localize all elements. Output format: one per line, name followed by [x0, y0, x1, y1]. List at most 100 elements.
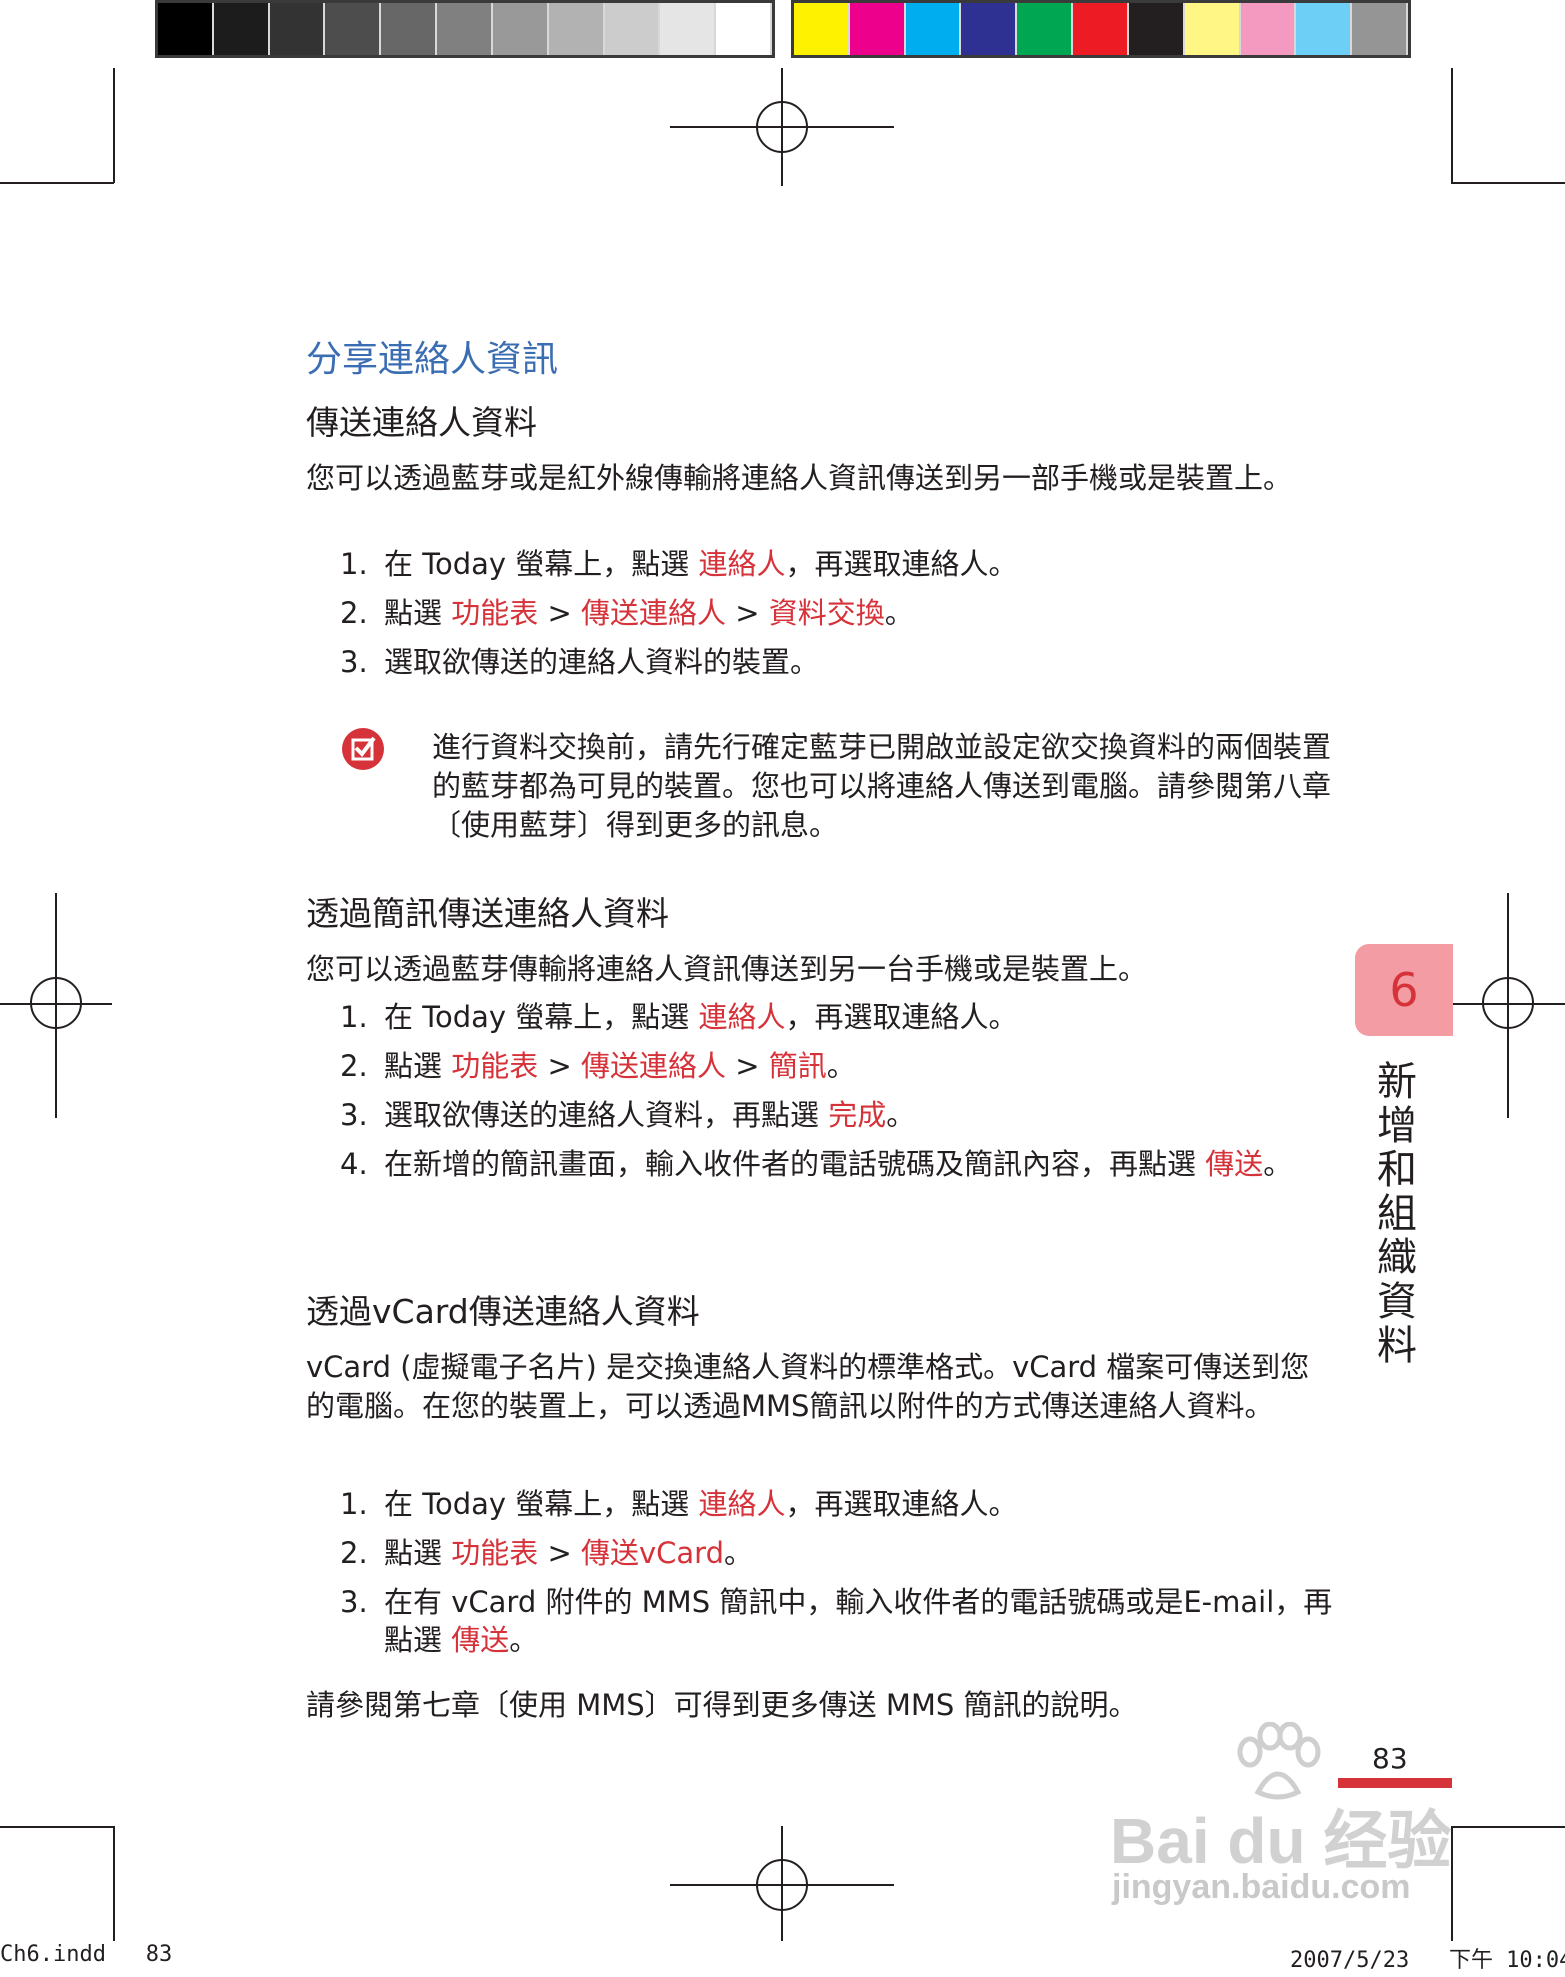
step-text: 點選 功能表 > 傳送連絡人 > 資料交換。 [384, 594, 914, 632]
menu-command: 功能表 [451, 596, 539, 630]
closing-paragraph: 請參閱第七章〔使用 MMS〕可得到更多傳送 MMS 簡訊的說明。 [306, 1688, 1138, 1722]
list-item: 1. 在 Today 螢幕上，點選 連絡人，再選取連絡人。 [340, 545, 1340, 583]
intro-paragraph-vcard: vCard (虛擬電子名片) 是交換連絡人資料的標準格式。vCard 檔案可傳送… [306, 1350, 1310, 1423]
gray-swatch [604, 3, 661, 55]
gray-swatch [716, 3, 772, 55]
step-text-part: 選取欲傳送的連絡人資料，再點選 [384, 1098, 829, 1132]
step-text-part: 點選 [384, 596, 452, 630]
color-swatch [905, 3, 962, 55]
paw-icon [1228, 1721, 1324, 1802]
menu-command: 連絡人 [698, 1000, 786, 1034]
color-swatch [1073, 3, 1129, 55]
menu-command: 功能表 [451, 1049, 539, 1083]
step-text: 在 Today 螢幕上，點選 連絡人，再選取連絡人。 [384, 1485, 1018, 1523]
step-text-part: ，再選取連絡人。 [785, 1000, 1018, 1034]
gray-swatch [381, 3, 438, 55]
color-swatch [1017, 3, 1074, 55]
step-text: 在新增的簡訊畫面，輸入收件者的電話號碼及簡訊內容，再點選 傳送。 [384, 1145, 1292, 1183]
subsection-heading-vcard: 透過vCard傳送連絡人資料 [306, 1292, 700, 1331]
gray-swatch [492, 3, 549, 55]
step-text-part: ，再選取連絡人。 [785, 547, 1018, 581]
crop-mark-br-h [1451, 1826, 1565, 1828]
steps-list-bluetooth: 1. 在 Today 螢幕上，點選 連絡人，再選取連絡人。 2. 點選 功能表 > 傳… [340, 545, 1340, 692]
step-text-part: 在新增的簡訊畫面，輸入收件者的電話號碼及簡訊內容，再點選 [384, 1147, 1206, 1181]
color-swatch [794, 3, 850, 55]
step-number: 2. [340, 1049, 368, 1083]
step-text-part: > [726, 1049, 769, 1083]
step-text-part: 選取欲傳送的連絡人資料的裝置。 [384, 645, 820, 679]
menu-command: 簡訊 [768, 1049, 827, 1083]
menu-command: 連絡人 [698, 1487, 786, 1521]
list-item: 3. 在有 vCard 附件的 MMS 簡訊中，輸入收件者的電話號碼或是E-mai… [340, 1583, 1340, 1659]
crop-mark-tr-h [1451, 182, 1565, 184]
color-swatch [1128, 3, 1185, 55]
footer-timestamp: 2007/5/23 下午 10:04: [1290, 1948, 1565, 1973]
step-text-part: > [538, 1049, 581, 1083]
step-number: 4. [340, 1147, 368, 1181]
gray-swatch [437, 3, 493, 55]
step-text-part: 。 [826, 1049, 856, 1083]
note-text: 進行資料交換前，請先行確定藍芽已開啟並設定欲交換資料的兩個裝置的藍芽都為可見的裝… [432, 730, 1332, 842]
list-item: 2. 點選 功能表 > 傳送vCard。 [340, 1534, 1340, 1572]
step-text-part: 。 [1263, 1147, 1293, 1181]
subsection-heading-sms: 透過簡訊傳送連絡人資料 [306, 894, 669, 933]
menu-command: 連絡人 [698, 547, 786, 581]
crop-mark-tl-h [0, 182, 114, 184]
color-swatch [1296, 3, 1353, 55]
page-number-rule [1338, 1778, 1452, 1788]
intro-paragraph-bluetooth: 您可以透過藍芽或是紅外線傳輸將連絡人資訊傳送到另一部手機或是裝置上。 [306, 461, 1293, 495]
gray-swatch [158, 3, 214, 55]
step-text: 選取欲傳送的連絡人資料，再點選 完成。 [384, 1096, 915, 1134]
step-text-part: > [538, 1536, 581, 1570]
step-text-part: ，再選取連絡人。 [785, 1487, 1018, 1521]
color-swatch [1184, 3, 1241, 55]
menu-command: 功能表 [451, 1536, 539, 1570]
crop-mark-tl-v [113, 68, 115, 183]
step-number: 2. [340, 1536, 368, 1570]
step-text-part: 在 Today 螢幕上，點選 [384, 1000, 699, 1034]
step-text-part: 。 [509, 1623, 539, 1657]
color-swatch [1240, 3, 1297, 55]
step-number: 2. [340, 596, 368, 630]
menu-command: 傳送連絡人 [580, 1049, 726, 1083]
step-text: 選取欲傳送的連絡人資料的裝置。 [384, 643, 819, 681]
color-swatch [849, 3, 906, 55]
chapter-title-vertical: 新增和組織資料 [1377, 1059, 1417, 1369]
menu-command: 傳送 [451, 1623, 510, 1657]
step-text: 在有 vCard 附件的 MMS 簡訊中，輸入收件者的電話號碼或是E-mail，… [384, 1583, 1340, 1659]
list-item: 1. 在 Today 螢幕上，點選 連絡人，再選取連絡人。 [340, 1485, 1340, 1523]
step-text: 在 Today 螢幕上，點選 連絡人，再選取連絡人。 [384, 998, 1018, 1036]
page-number: 83 [1372, 1742, 1408, 1775]
color-swatch [961, 3, 1018, 55]
list-item: 1. 在 Today 螢幕上，點選 連絡人，再選取連絡人。 [340, 998, 1340, 1036]
step-text-part: 點選 [384, 1536, 452, 1570]
step-text-part: 。 [884, 596, 914, 630]
list-item: 2. 點選 功能表 > 傳送連絡人 > 資料交換。 [340, 594, 1340, 632]
list-item: 2. 點選 功能表 > 傳送連絡人 > 簡訊。 [340, 1047, 1340, 1085]
steps-list-sms: 1. 在 Today 螢幕上，點選 連絡人，再選取連絡人。 2. 點選 功能表 > 傳… [340, 998, 1340, 1194]
step-number: 3. [340, 1585, 368, 1619]
menu-command: 傳送vCard [580, 1536, 724, 1570]
menu-command: 完成 [828, 1098, 887, 1132]
crop-mark-bl-h [0, 1826, 114, 1828]
menu-command: 傳送 [1205, 1147, 1264, 1181]
subsection-heading-bluetooth: 傳送連絡人資料 [306, 403, 537, 442]
step-text: 在 Today 螢幕上，點選 連絡人，再選取連絡人。 [384, 545, 1018, 583]
step-number: 1. [340, 547, 368, 581]
color-bar [791, 0, 1411, 58]
menu-command: 傳送連絡人 [580, 596, 726, 630]
gray-swatch [269, 3, 326, 55]
step-number: 1. [340, 1000, 368, 1034]
chapter-number-tab: 6 [1355, 944, 1453, 1036]
step-text-part: 在 Today 螢幕上，點選 [384, 1487, 699, 1521]
gray-swatch [213, 3, 270, 55]
grayscale-bar [155, 0, 775, 58]
gray-swatch [660, 3, 717, 55]
crop-mark-tr-v [1451, 68, 1453, 183]
note-icon [341, 727, 385, 771]
step-text-part: > [538, 596, 581, 630]
crop-mark-bl-v [113, 1826, 115, 1941]
step-text-part: 。 [886, 1098, 916, 1132]
step-number: 3. [340, 1098, 368, 1132]
step-text-part: 點選 [384, 1049, 452, 1083]
